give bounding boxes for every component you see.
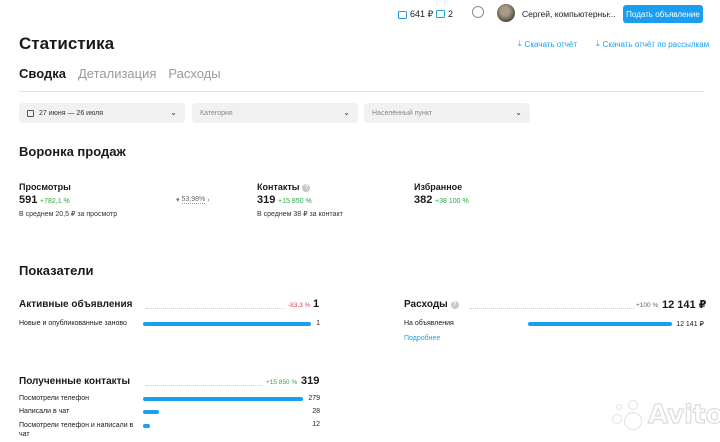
- contacts-received-value: 319: [301, 375, 320, 387]
- expenses-delta: +100 %: [636, 302, 659, 309]
- dotted-leader: [146, 385, 262, 386]
- download-report-label: Скачать отчёт: [524, 39, 577, 49]
- download-mailing-label: Скачать отчёт по рассылкам: [602, 39, 710, 49]
- views-value: 591: [19, 194, 38, 206]
- page-title: Статистика: [19, 34, 115, 53]
- tab-expenses[interactable]: Расходы: [168, 66, 220, 81]
- contacts-row-value: 28: [312, 408, 320, 415]
- tab-summary[interactable]: Сводка: [19, 66, 66, 81]
- location-placeholder: Населённый пункт: [372, 109, 433, 117]
- expenses-more-link[interactable]: Подробнее: [404, 335, 440, 342]
- tabs: Сводка Детализация Расходы: [19, 66, 221, 81]
- wallet-icon: [398, 10, 407, 19]
- tab-details[interactable]: Детализация: [78, 66, 156, 81]
- contacts-received-delta: +15 850 %: [266, 379, 298, 386]
- contacts-row-label: Написали в чат: [19, 408, 70, 415]
- favorites-label: Избранное: [414, 182, 463, 192]
- category-placeholder: Категория: [200, 109, 233, 117]
- tabs-divider: [19, 91, 704, 92]
- contacts-delta: +15 850 %: [278, 198, 312, 205]
- wallet-amount: 641 ₽: [410, 9, 434, 19]
- views-average: В среднем 20,5 ₽ за просмотр: [19, 211, 118, 218]
- post-ad-button[interactable]: Подать объявление: [623, 5, 703, 23]
- active-ads-row-label: Новые и опубликованные заново: [19, 320, 127, 327]
- favorites-value: 382: [414, 194, 433, 206]
- messages-link[interactable]: 2: [436, 9, 453, 19]
- contacts-average: В среднем 38 ₽ за контакт: [257, 211, 343, 218]
- messages-count: 2: [448, 9, 454, 19]
- chevron-down-icon: ⌄: [343, 108, 350, 117]
- download-report-link[interactable]: ⤓ Скачать отчёт: [518, 39, 577, 49]
- location-select[interactable]: Населённый пункт ⌄: [364, 103, 530, 123]
- avatar[interactable]: [497, 4, 515, 22]
- active-ads-value: 1: [313, 298, 320, 310]
- active-ads-row-value: 1: [316, 320, 320, 327]
- active-ads-row-bar: [143, 322, 311, 326]
- contacts-label-text: Контакты: [257, 182, 300, 192]
- chevron-down-icon: ⌄: [170, 108, 177, 117]
- funnel-title: Воронка продаж: [19, 144, 126, 159]
- active-ads-title: Активные объявления: [19, 299, 133, 310]
- metrics-title: Показатели: [19, 263, 94, 278]
- contacts-row-label: Посмотрели телефон и написали в чат: [19, 422, 134, 438]
- avito-watermark: Avito: [610, 398, 720, 432]
- download-icon: ⤓: [596, 39, 600, 48]
- funnel-icon: ▾: [176, 197, 180, 204]
- user-icon[interactable]: [472, 6, 484, 18]
- expenses-title-text: Расходы: [404, 299, 448, 310]
- avito-watermark-text: Avito: [647, 399, 720, 430]
- download-icon: ⤓: [518, 39, 522, 48]
- favorites-delta: +38 100 %: [435, 198, 469, 205]
- date-range-value: 27 июня — 26 июля: [39, 109, 104, 117]
- avito-logo-icon: [610, 398, 644, 432]
- category-select[interactable]: Категория ⌄: [192, 103, 358, 123]
- conversion-value: 53,98%: [181, 196, 206, 204]
- dotted-leader: [470, 308, 634, 309]
- contacts-row-bar: [143, 410, 159, 414]
- expenses-title: Расходы?: [404, 299, 459, 310]
- top-bar: 641 ₽ 2 Сергей, компьютерны... ⌄ Подать …: [0, 0, 720, 30]
- views-delta: +782,1 %: [40, 198, 70, 205]
- chevron-right-icon: ›: [207, 196, 210, 204]
- chevron-down-icon: ⌄: [515, 108, 522, 117]
- conversion-rate[interactable]: ▾ 53,98% ›: [176, 196, 210, 204]
- contacts-row-label: Посмотрели телефон: [19, 395, 89, 402]
- contacts-value: 319: [257, 194, 276, 206]
- dotted-leader: [146, 308, 284, 309]
- contacts-row-bar: [143, 424, 150, 428]
- active-ads-delta: -83,3 %: [288, 302, 311, 309]
- contacts-row-value: 279: [308, 395, 320, 402]
- help-icon[interactable]: ?: [302, 184, 311, 192]
- expenses-row-label: На объявления: [404, 320, 454, 327]
- contacts-label: Контакты?: [257, 182, 311, 192]
- contacts-row-bar: [143, 397, 303, 401]
- wallet-balance[interactable]: 641 ₽: [398, 9, 433, 20]
- help-icon[interactable]: ?: [450, 301, 459, 309]
- chat-icon: [436, 10, 445, 18]
- contacts-row-value: 12: [312, 421, 320, 428]
- username[interactable]: Сергей, компьютерны...: [522, 9, 615, 19]
- expenses-row-bar: [528, 322, 672, 326]
- expenses-value: 12 141 ₽: [662, 299, 707, 311]
- contacts-received-title: Полученные контакты: [19, 376, 131, 387]
- calendar-icon: [27, 109, 34, 117]
- date-range-select[interactable]: 27 июня — 26 июля ⌄: [19, 103, 185, 123]
- download-mailing-report-link[interactable]: ⤓ Скачать отчёт по рассылкам: [596, 39, 709, 49]
- views-label: Просмотры: [19, 182, 71, 192]
- expenses-row-value: 12 141 ₽: [676, 321, 704, 328]
- chevron-down-icon[interactable]: ⌄: [605, 8, 612, 17]
